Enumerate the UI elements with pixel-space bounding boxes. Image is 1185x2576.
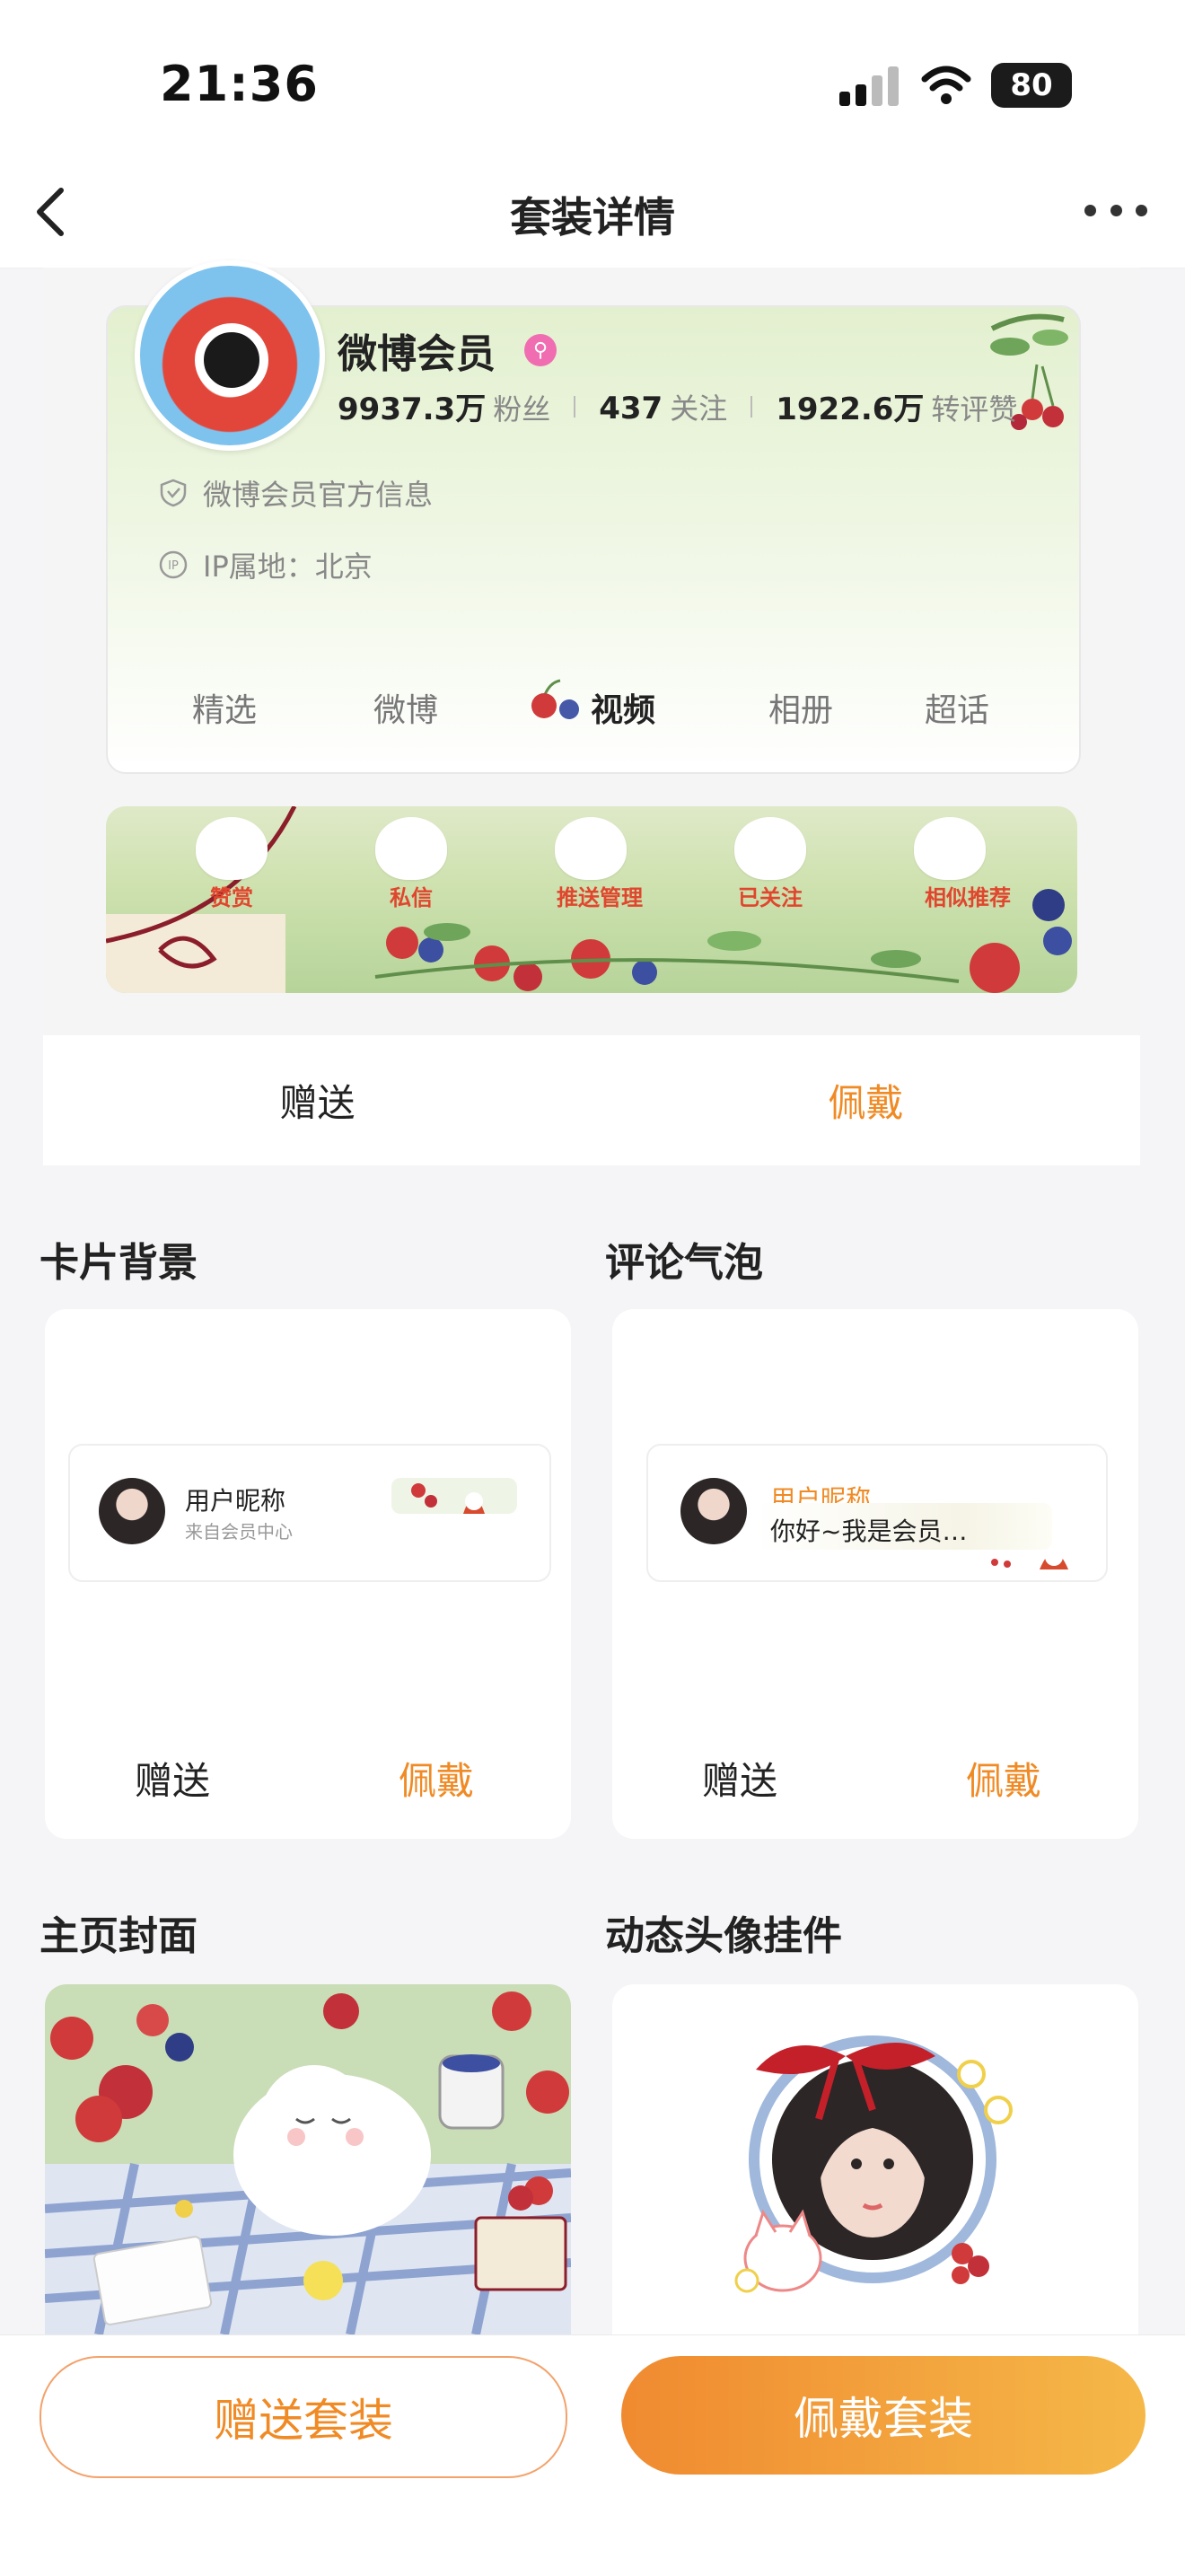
cat-icon <box>375 817 447 880</box>
tab-weibo[interactable]: 微博 <box>373 684 438 731</box>
official-info-row: 微博会员官方信息 <box>158 472 433 514</box>
comment-bubble-title: 评论气泡 <box>605 1240 763 1286</box>
page-title: 套装详情 <box>510 193 675 242</box>
shield-icon <box>160 479 187 507</box>
cat-cherry-decoration-icon <box>391 1478 517 1514</box>
svg-text:IP: IP <box>168 559 179 573</box>
suit-gift-button[interactable]: 赠送 <box>43 1035 592 1165</box>
cherry-tab-icon <box>531 679 579 719</box>
cellular-signal-icon <box>839 66 899 106</box>
stat-interactions: 1922.6万 转评赞 <box>776 391 1018 427</box>
wifi-icon <box>921 66 971 104</box>
tab-album[interactable]: 相册 <box>768 684 833 731</box>
tab-video[interactable]: 视频 <box>531 679 655 731</box>
action-reward: 赞赏 <box>210 885 253 910</box>
card-bg-gift-button[interactable]: 赠送 <box>135 1751 210 1806</box>
bubble-text: 你好~我是会员… <box>770 1517 968 1546</box>
cat-icon <box>734 817 806 880</box>
tab-super-topic[interactable]: 超话 <box>925 684 989 731</box>
comment-bubble-wear-button[interactable]: 佩戴 <box>966 1751 1041 1806</box>
stat-following: 437 关注 <box>599 390 728 426</box>
wear-suit-button[interactable]: 佩戴套装 <box>621 2356 1146 2475</box>
action-bar-preview: 赞赏 私信 推送管理 已关注 相似推荐 <box>106 806 1077 993</box>
cover-title: 主页封面 <box>40 1913 198 1959</box>
card-nickname: 用户昵称 <box>185 1486 286 1516</box>
suit-wear-button[interactable]: 佩戴 <box>592 1035 1140 1165</box>
ip-location-text: IP属地：北京 <box>203 549 373 584</box>
cover-item[interactable] <box>45 1984 571 2334</box>
action-similar: 相似推荐 <box>925 885 1011 910</box>
cat-icon <box>914 817 986 880</box>
user-avatar <box>99 1478 165 1544</box>
profile-tabs: 精选 微博 视频 相册 超话 <box>106 679 1077 738</box>
vip-badge-icon: ⚲ <box>524 334 557 366</box>
card-bg-wear-button[interactable]: 佩戴 <box>399 1751 474 1806</box>
pendant-item[interactable] <box>612 1984 1138 2334</box>
more-menu-icon[interactable] <box>1084 192 1147 228</box>
battery-indicator: 80 <box>991 63 1072 108</box>
action-push-manage: 推送管理 <box>557 885 643 910</box>
pendant-title: 动态头像挂件 <box>605 1913 842 1959</box>
avatar-mascot-eye <box>195 323 268 397</box>
action-message: 私信 <box>390 885 433 910</box>
cat-cherry-decoration-icon <box>991 1548 1068 1569</box>
card-bg-title: 卡片背景 <box>40 1240 198 1286</box>
profile-name: 微博会员 <box>338 331 496 377</box>
cover-image <box>45 1984 571 2334</box>
card-source: 来自会员中心 <box>185 1521 293 1543</box>
cat-icon <box>555 817 627 880</box>
action-followed: 已关注 <box>738 885 803 910</box>
avatar-pendant-image <box>734 2035 1013 2293</box>
gift-suit-button[interactable]: 赠送套装 <box>40 2356 567 2478</box>
ip-location-row: IP IP属地：北京 <box>158 544 373 585</box>
user-avatar <box>680 1478 747 1544</box>
stat-fans: 9937.3万 粉丝 <box>338 391 551 427</box>
cat-icon <box>196 817 268 880</box>
profile-stats: 9937.3万 粉丝 437 关注 1922.6万 转评赞 <box>338 384 1017 428</box>
status-time: 21:36 <box>160 56 319 112</box>
official-info-text: 微博会员官方信息 <box>203 478 434 512</box>
tab-featured[interactable]: 精选 <box>192 684 257 731</box>
comment-bubble-gift-button[interactable]: 赠送 <box>702 1751 777 1806</box>
ip-location-icon: IP <box>159 550 188 579</box>
